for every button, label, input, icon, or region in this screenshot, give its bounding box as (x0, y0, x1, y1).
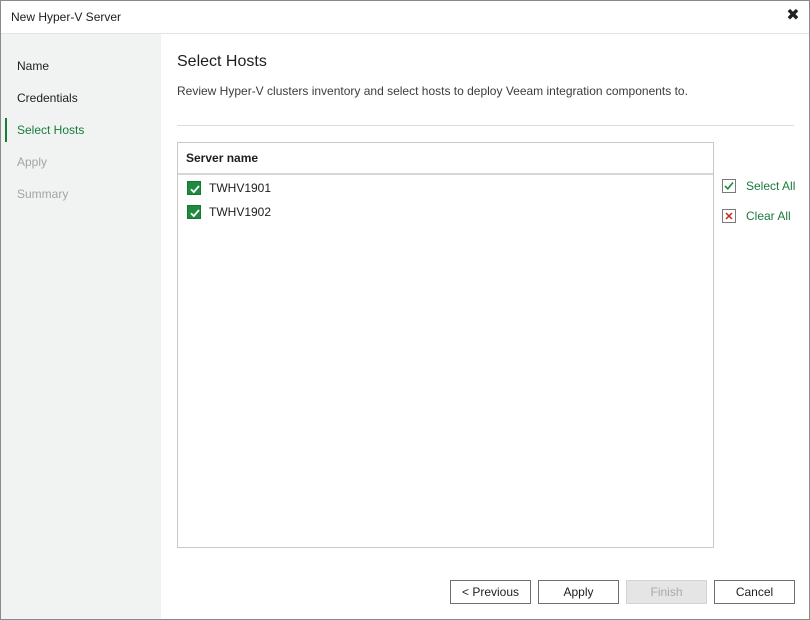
sidebar-item-apply: Apply (17, 155, 48, 169)
select-all-label: Select All (746, 179, 796, 193)
clear-all-icon (721, 208, 737, 224)
sidebar-item-name[interactable]: Name (1, 54, 161, 78)
page-description: Review Hyper-V clusters inventory and se… (177, 84, 688, 98)
checkmark-icon (190, 185, 200, 194)
host-checkbox[interactable] (187, 205, 201, 219)
sidebar-item-credentials[interactable]: Credentials (1, 86, 161, 110)
apply-button[interactable]: Apply (538, 580, 619, 604)
checkmark-icon (190, 209, 200, 218)
wizard-steps-sidebar: Name Credentials Select Hosts Apply Summ… (1, 34, 161, 619)
host-checkbox[interactable] (187, 181, 201, 195)
column-header-server-name[interactable]: Server name (178, 143, 713, 175)
window-title: New Hyper-V Server (11, 10, 122, 24)
sidebar-item-summary: Summary (17, 187, 69, 201)
select-all-icon (721, 178, 737, 194)
clear-all-label: Clear All (746, 209, 791, 223)
close-icon[interactable]: ✖ (785, 7, 801, 25)
header-divider (177, 125, 794, 126)
finish-button: Finish (626, 580, 707, 604)
host-name: TWHV1901 (209, 181, 272, 195)
sidebar-item-select-hosts[interactable]: Select Hosts (1, 118, 161, 142)
previous-button[interactable]: < Previous (450, 580, 531, 604)
list-item[interactable]: TWHV1902 (178, 200, 713, 224)
cancel-button[interactable]: Cancel (714, 580, 795, 604)
wizard-window: New Hyper-V Server ✖ Name Credentials Se… (0, 0, 810, 620)
title-bar: New Hyper-V Server ✖ (1, 1, 809, 34)
server-list[interactable]: Server name TWHV1901 TWHV1902 (177, 142, 714, 548)
list-item[interactable]: TWHV1901 (178, 176, 713, 200)
page-title: Select Hosts (177, 53, 267, 70)
host-name: TWHV1902 (209, 205, 272, 219)
